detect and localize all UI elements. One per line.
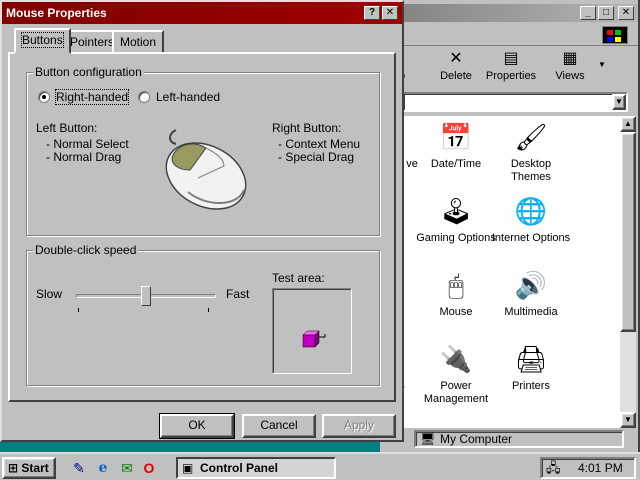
tab-motion[interactable]: Motion bbox=[112, 30, 165, 52]
dialog-titlebar: Mouse Properties ? ✕ bbox=[2, 2, 402, 24]
globe-icon: 🌐 bbox=[514, 196, 548, 226]
icon-view: ve 📅 Date/Time 🖌 Desktop Themes 🕹 Gaming… bbox=[402, 116, 620, 428]
internet-explorer-icon[interactable]: e bbox=[94, 459, 112, 477]
windows-logo-icon: ⊞ bbox=[8, 461, 19, 475]
jack-in-the-box-icon bbox=[302, 330, 326, 348]
properties-icon: ▤ bbox=[503, 50, 519, 67]
status-cell: 🖥 My Computer bbox=[414, 430, 624, 448]
slider-tick bbox=[78, 308, 79, 312]
right-button-line: - Special Drag bbox=[278, 150, 355, 164]
menu-bar bbox=[380, 24, 638, 46]
desktop-themes-icon: 🖌 bbox=[514, 122, 548, 152]
status-bar: 🖥 My Computer bbox=[402, 430, 636, 448]
icon-item-printers[interactable]: 🖨 Printers bbox=[490, 342, 572, 393]
left-handed-radio[interactable]: Left-handed bbox=[138, 90, 220, 104]
cancel-button[interactable]: Cancel bbox=[242, 414, 316, 438]
delete-button[interactable]: ✕ Delete bbox=[432, 50, 480, 82]
opera-icon[interactable]: O bbox=[140, 459, 158, 477]
icon-item-mouse[interactable]: 🖱 Mouse bbox=[416, 268, 496, 319]
taskbar: ⊞ Start ✎ e ✉ O ▣ Control Panel 🖧 4:01 P… bbox=[0, 452, 640, 480]
left-button-title: Left Button: bbox=[36, 121, 98, 135]
right-button-title: Right Button: bbox=[272, 121, 342, 135]
radio-unselected-icon bbox=[138, 91, 150, 103]
views-button[interactable]: ▦ Views bbox=[548, 50, 592, 82]
views-icon: ▦ bbox=[562, 50, 578, 67]
right-handed-radio[interactable]: Right-handed bbox=[38, 89, 130, 105]
radio-selected-icon bbox=[38, 91, 50, 103]
double-click-slider-thumb[interactable] bbox=[141, 286, 151, 306]
mouse-properties-dialog: Mouse Properties ? ✕ Buttons Pointers Mo… bbox=[0, 0, 404, 442]
left-button-line: - Normal Drag bbox=[46, 150, 122, 164]
icon-item-gaming-options[interactable]: 🕹 Gaming Options bbox=[416, 194, 496, 245]
printer-icon: 🖨 bbox=[514, 344, 548, 374]
icon-item-datetime[interactable]: 📅 Date/Time bbox=[416, 120, 496, 171]
address-dropdown-button[interactable]: ▼ bbox=[612, 94, 626, 110]
dialog-close-button[interactable]: ✕ bbox=[382, 6, 398, 20]
icon-item-multimedia[interactable]: 🔊 Multimedia bbox=[490, 268, 572, 319]
datetime-icon: 📅 bbox=[439, 122, 473, 152]
icon-item-desktop-themes[interactable]: 🖌 Desktop Themes bbox=[490, 120, 572, 184]
my-computer-icon: 🖥 bbox=[420, 432, 436, 446]
task-control-panel[interactable]: ▣ Control Panel bbox=[176, 457, 336, 479]
vertical-scrollbar[interactable]: ▲ ▼ bbox=[620, 116, 636, 428]
slider-tick bbox=[208, 308, 209, 312]
tab-panel: Button configuration Right-handed Left-h… bbox=[8, 52, 396, 402]
fast-label: Fast bbox=[226, 287, 250, 301]
test-area[interactable] bbox=[272, 288, 352, 374]
clock[interactable]: 4:01 PM bbox=[578, 459, 623, 477]
scroll-up-arrow[interactable]: ▲ bbox=[620, 116, 636, 132]
dialog-title: Mouse Properties bbox=[6, 6, 107, 20]
outlook-icon[interactable]: ✉ bbox=[118, 459, 136, 477]
properties-button[interactable]: ▤ Properties bbox=[482, 50, 540, 82]
power-icon: 🔌 bbox=[439, 344, 473, 374]
group-title: Button configuration bbox=[33, 65, 144, 79]
multimedia-icon: 🔊 bbox=[514, 270, 548, 300]
test-area-label: Test area: bbox=[272, 271, 325, 285]
help-button[interactable]: ? bbox=[364, 6, 380, 20]
icon-item-internet-options[interactable]: 🌐 Internet Options bbox=[490, 194, 572, 245]
joystick-icon: 🕹 bbox=[439, 196, 473, 226]
mouse-illustration-icon bbox=[165, 129, 247, 210]
scroll-down-arrow[interactable]: ▼ bbox=[620, 412, 636, 428]
start-button[interactable]: ⊞ Start bbox=[2, 457, 56, 479]
icon-item-power-management[interactable]: 🔌 Power Management bbox=[416, 342, 496, 406]
tab-buttons[interactable]: Buttons bbox=[14, 28, 71, 54]
address-field[interactable]: ▼ bbox=[402, 92, 628, 112]
scroll-thumb[interactable] bbox=[620, 132, 636, 332]
tray-display-icon[interactable]: 🖧 bbox=[546, 459, 561, 477]
control-panel-icon: ▣ bbox=[182, 461, 194, 475]
group-title: Double-click speed bbox=[33, 243, 139, 257]
maximize-button[interactable]: □ bbox=[598, 6, 614, 20]
windows-logo-icon bbox=[602, 26, 628, 44]
ok-button[interactable]: OK bbox=[159, 413, 235, 439]
slow-label: Slow bbox=[36, 287, 63, 301]
delete-icon: ✕ bbox=[449, 50, 463, 67]
minimize-button[interactable]: _ bbox=[580, 6, 596, 20]
system-tray: 🖧 4:01 PM bbox=[540, 457, 636, 479]
views-dropdown[interactable]: ▼ bbox=[596, 60, 608, 69]
show-desktop-icon[interactable]: ✎ bbox=[70, 459, 88, 477]
apply-button[interactable]: Apply bbox=[322, 414, 396, 438]
mouse-icon: 🖱 bbox=[448, 270, 464, 300]
toolbar: o ✕ Delete ▤ Properties ▦ Views ▼ bbox=[380, 48, 638, 90]
control-panel-titlebar: _ □ ✕ bbox=[380, 4, 638, 22]
close-button[interactable]: ✕ bbox=[618, 6, 634, 20]
